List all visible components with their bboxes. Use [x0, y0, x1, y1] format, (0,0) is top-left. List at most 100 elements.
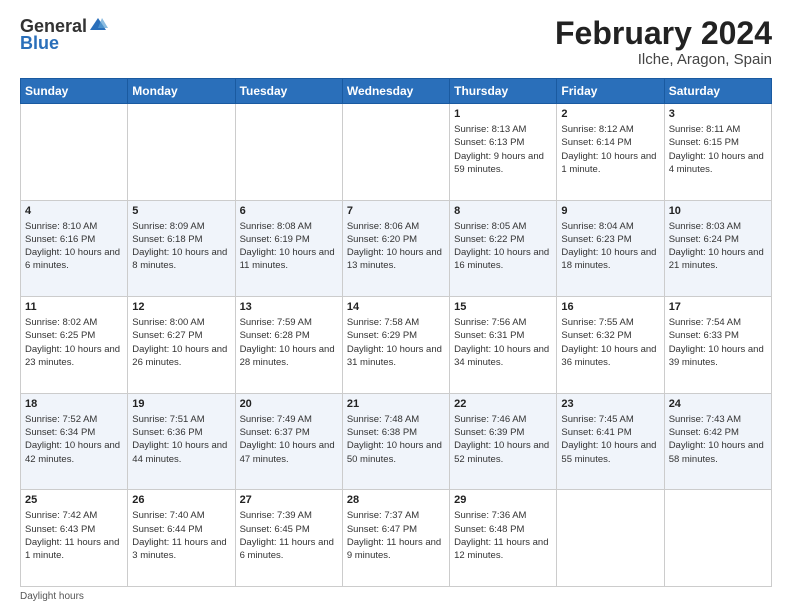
table-row: 20Sunrise: 7:49 AMSunset: 6:37 PMDayligh…: [235, 393, 342, 490]
table-row: 28Sunrise: 7:37 AMSunset: 6:47 PMDayligh…: [342, 490, 449, 587]
day-info: Sunrise: 7:43 AMSunset: 6:42 PMDaylight:…: [669, 413, 767, 466]
day-number: 22: [454, 397, 552, 412]
calendar-location: Ilche, Aragon, Spain: [555, 51, 772, 68]
day-info: Sunrise: 7:45 AMSunset: 6:41 PMDaylight:…: [561, 413, 659, 466]
table-row: 19Sunrise: 7:51 AMSunset: 6:36 PMDayligh…: [128, 393, 235, 490]
table-row: 24Sunrise: 7:43 AMSunset: 6:42 PMDayligh…: [664, 393, 771, 490]
table-row: 25Sunrise: 7:42 AMSunset: 6:43 PMDayligh…: [21, 490, 128, 587]
table-row: 9Sunrise: 8:04 AMSunset: 6:23 PMDaylight…: [557, 200, 664, 297]
logo: General Blue: [20, 16, 108, 54]
day-info: Sunrise: 7:51 AMSunset: 6:36 PMDaylight:…: [132, 413, 230, 466]
day-info: Sunrise: 8:05 AMSunset: 6:22 PMDaylight:…: [454, 220, 552, 273]
day-number: 15: [454, 300, 552, 315]
day-number: 16: [561, 300, 659, 315]
table-row: [21, 104, 128, 201]
table-row: [342, 104, 449, 201]
calendar-week-row: 4Sunrise: 8:10 AMSunset: 6:16 PMDaylight…: [21, 200, 772, 297]
table-row: 16Sunrise: 7:55 AMSunset: 6:32 PMDayligh…: [557, 297, 664, 394]
day-info: Sunrise: 8:12 AMSunset: 6:14 PMDaylight:…: [561, 123, 659, 176]
table-row: 10Sunrise: 8:03 AMSunset: 6:24 PMDayligh…: [664, 200, 771, 297]
table-row: 18Sunrise: 7:52 AMSunset: 6:34 PMDayligh…: [21, 393, 128, 490]
day-number: 19: [132, 397, 230, 412]
day-info: Sunrise: 8:06 AMSunset: 6:20 PMDaylight:…: [347, 220, 445, 273]
calendar-week-row: 11Sunrise: 8:02 AMSunset: 6:25 PMDayligh…: [21, 297, 772, 394]
table-row: 5Sunrise: 8:09 AMSunset: 6:18 PMDaylight…: [128, 200, 235, 297]
day-info: Sunrise: 7:56 AMSunset: 6:31 PMDaylight:…: [454, 316, 552, 369]
col-tuesday: Tuesday: [235, 79, 342, 104]
day-info: Sunrise: 8:04 AMSunset: 6:23 PMDaylight:…: [561, 220, 659, 273]
day-info: Sunrise: 8:00 AMSunset: 6:27 PMDaylight:…: [132, 316, 230, 369]
table-row: 7Sunrise: 8:06 AMSunset: 6:20 PMDaylight…: [342, 200, 449, 297]
day-number: 24: [669, 397, 767, 412]
day-info: Sunrise: 8:09 AMSunset: 6:18 PMDaylight:…: [132, 220, 230, 273]
calendar-header-row: Sunday Monday Tuesday Wednesday Thursday…: [21, 79, 772, 104]
day-number: 29: [454, 493, 552, 508]
day-info: Sunrise: 7:42 AMSunset: 6:43 PMDaylight:…: [25, 509, 123, 562]
table-row: [128, 104, 235, 201]
table-row: [664, 490, 771, 587]
day-info: Sunrise: 8:10 AMSunset: 6:16 PMDaylight:…: [25, 220, 123, 273]
table-row: 12Sunrise: 8:00 AMSunset: 6:27 PMDayligh…: [128, 297, 235, 394]
day-number: 13: [240, 300, 338, 315]
day-info: Sunrise: 7:52 AMSunset: 6:34 PMDaylight:…: [25, 413, 123, 466]
footer-note: Daylight hours: [20, 591, 772, 602]
day-number: 14: [347, 300, 445, 315]
table-row: 17Sunrise: 7:54 AMSunset: 6:33 PMDayligh…: [664, 297, 771, 394]
day-number: 11: [25, 300, 123, 315]
table-row: 2Sunrise: 8:12 AMSunset: 6:14 PMDaylight…: [557, 104, 664, 201]
day-number: 2: [561, 107, 659, 122]
title-block: February 2024 Ilche, Aragon, Spain: [555, 16, 772, 68]
day-info: Sunrise: 7:59 AMSunset: 6:28 PMDaylight:…: [240, 316, 338, 369]
day-number: 8: [454, 204, 552, 219]
calendar-week-row: 18Sunrise: 7:52 AMSunset: 6:34 PMDayligh…: [21, 393, 772, 490]
table-row: 3Sunrise: 8:11 AMSunset: 6:15 PMDaylight…: [664, 104, 771, 201]
day-number: 9: [561, 204, 659, 219]
day-number: 27: [240, 493, 338, 508]
day-info: Sunrise: 8:08 AMSunset: 6:19 PMDaylight:…: [240, 220, 338, 273]
footer-daylight-text: Daylight hours: [20, 591, 84, 602]
table-row: 13Sunrise: 7:59 AMSunset: 6:28 PMDayligh…: [235, 297, 342, 394]
table-row: [557, 490, 664, 587]
day-number: 12: [132, 300, 230, 315]
day-info: Sunrise: 7:46 AMSunset: 6:39 PMDaylight:…: [454, 413, 552, 466]
logo-icon: [88, 16, 108, 36]
table-row: 11Sunrise: 8:02 AMSunset: 6:25 PMDayligh…: [21, 297, 128, 394]
table-row: 4Sunrise: 8:10 AMSunset: 6:16 PMDaylight…: [21, 200, 128, 297]
calendar-table: Sunday Monday Tuesday Wednesday Thursday…: [20, 78, 772, 587]
day-number: 23: [561, 397, 659, 412]
day-number: 3: [669, 107, 767, 122]
table-row: 14Sunrise: 7:58 AMSunset: 6:29 PMDayligh…: [342, 297, 449, 394]
day-number: 7: [347, 204, 445, 219]
col-wednesday: Wednesday: [342, 79, 449, 104]
day-number: 26: [132, 493, 230, 508]
table-row: 29Sunrise: 7:36 AMSunset: 6:48 PMDayligh…: [450, 490, 557, 587]
day-number: 20: [240, 397, 338, 412]
day-info: Sunrise: 7:48 AMSunset: 6:38 PMDaylight:…: [347, 413, 445, 466]
col-thursday: Thursday: [450, 79, 557, 104]
day-info: Sunrise: 7:40 AMSunset: 6:44 PMDaylight:…: [132, 509, 230, 562]
table-row: [235, 104, 342, 201]
page-header: General Blue February 2024 Ilche, Aragon…: [20, 16, 772, 68]
day-number: 5: [132, 204, 230, 219]
calendar-title: February 2024: [555, 16, 772, 51]
col-sunday: Sunday: [21, 79, 128, 104]
day-info: Sunrise: 8:13 AMSunset: 6:13 PMDaylight:…: [454, 123, 552, 176]
col-saturday: Saturday: [664, 79, 771, 104]
day-info: Sunrise: 7:37 AMSunset: 6:47 PMDaylight:…: [347, 509, 445, 562]
table-row: 6Sunrise: 8:08 AMSunset: 6:19 PMDaylight…: [235, 200, 342, 297]
col-monday: Monday: [128, 79, 235, 104]
table-row: 23Sunrise: 7:45 AMSunset: 6:41 PMDayligh…: [557, 393, 664, 490]
calendar-week-row: 25Sunrise: 7:42 AMSunset: 6:43 PMDayligh…: [21, 490, 772, 587]
day-number: 6: [240, 204, 338, 219]
calendar-week-row: 1Sunrise: 8:13 AMSunset: 6:13 PMDaylight…: [21, 104, 772, 201]
table-row: 15Sunrise: 7:56 AMSunset: 6:31 PMDayligh…: [450, 297, 557, 394]
day-info: Sunrise: 7:55 AMSunset: 6:32 PMDaylight:…: [561, 316, 659, 369]
col-friday: Friday: [557, 79, 664, 104]
day-number: 17: [669, 300, 767, 315]
day-info: Sunrise: 7:36 AMSunset: 6:48 PMDaylight:…: [454, 509, 552, 562]
day-info: Sunrise: 7:39 AMSunset: 6:45 PMDaylight:…: [240, 509, 338, 562]
table-row: 22Sunrise: 7:46 AMSunset: 6:39 PMDayligh…: [450, 393, 557, 490]
day-number: 4: [25, 204, 123, 219]
day-info: Sunrise: 8:02 AMSunset: 6:25 PMDaylight:…: [25, 316, 123, 369]
day-number: 28: [347, 493, 445, 508]
